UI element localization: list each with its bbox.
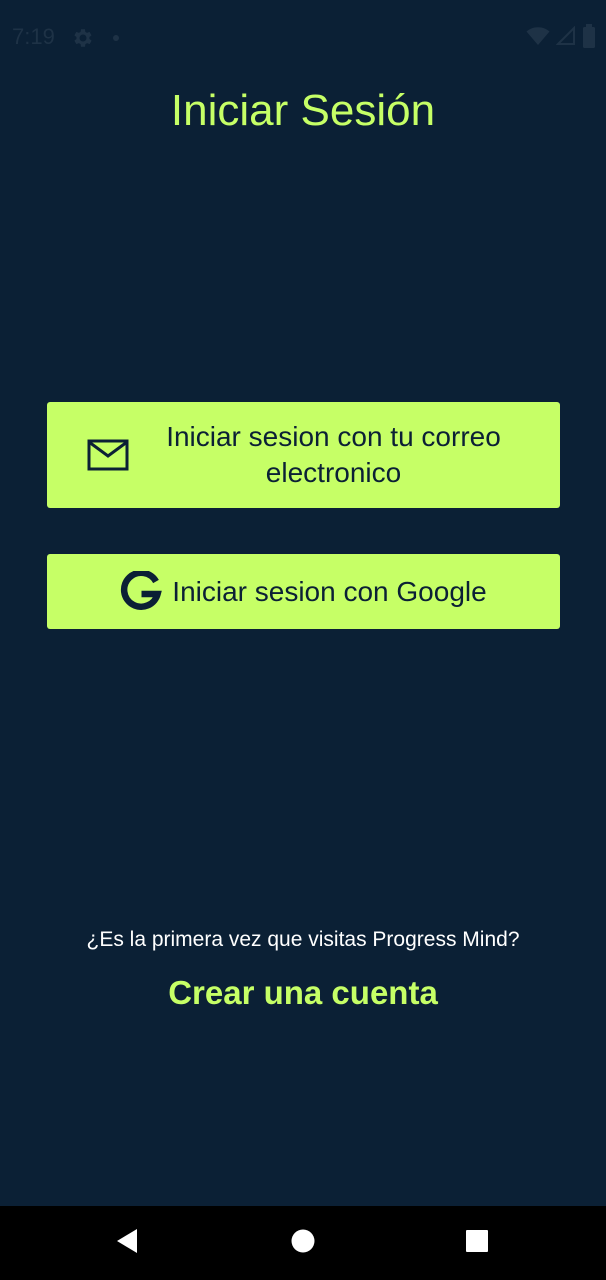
home-button[interactable] <box>263 1206 343 1280</box>
navigation-bar <box>0 1206 606 1280</box>
google-icon <box>120 570 163 613</box>
back-icon <box>115 1228 139 1259</box>
wifi-icon <box>526 26 550 51</box>
home-icon <box>291 1229 315 1258</box>
status-time: 7:19 <box>12 24 55 49</box>
page-title: Iniciar Sesión <box>170 86 436 135</box>
google-login-button[interactable]: Iniciar sesion con Google <box>47 554 560 629</box>
signal-icon <box>555 25 576 51</box>
create-account-link[interactable]: Crear una cuenta <box>0 972 606 1014</box>
email-login-label: Iniciar sesion con tu correo electronico <box>166 421 501 488</box>
notification-dot-icon <box>113 35 119 41</box>
recents-icon <box>465 1229 489 1258</box>
first-visit-text: ¿Es la primera vez que visitas Progress … <box>86 928 520 951</box>
battery-icon <box>582 23 596 53</box>
google-login-label: Iniciar sesion con Google <box>172 575 487 607</box>
status-icons <box>526 23 596 53</box>
gear-icon <box>70 26 94 50</box>
mail-icon <box>87 439 129 471</box>
status-bar: 7:19 <box>0 0 606 76</box>
back-button[interactable] <box>87 1206 167 1280</box>
email-login-button[interactable]: Iniciar sesion con tu correo electronico <box>47 402 560 508</box>
recents-button[interactable] <box>437 1206 517 1280</box>
